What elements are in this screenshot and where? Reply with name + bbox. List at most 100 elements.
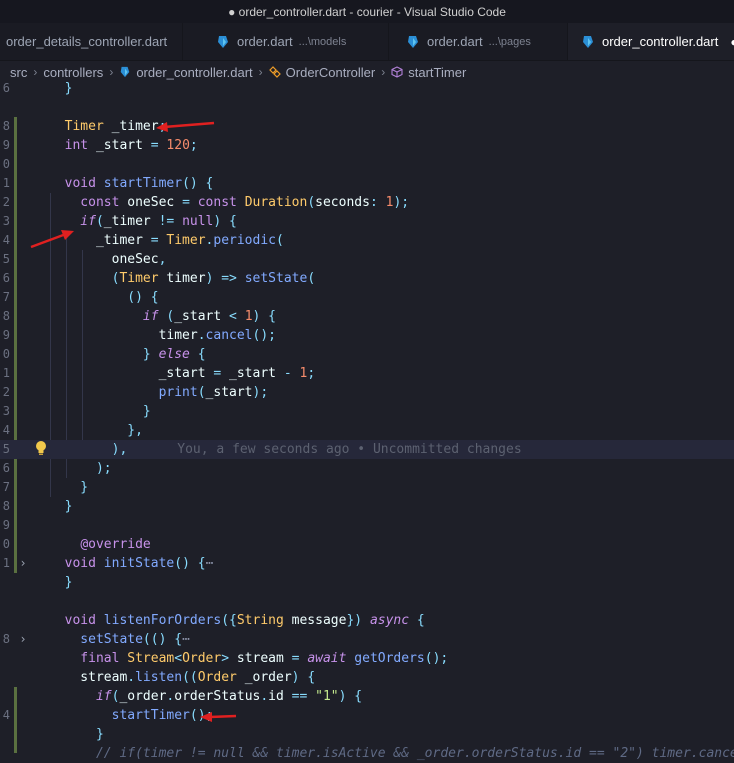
code-token: >	[221, 651, 237, 666]
code-line[interactable]: 3 }	[0, 402, 734, 421]
code-line[interactable]: 1 › void initState() {⋯	[0, 554, 734, 573]
code-token: Timer	[119, 271, 167, 286]
code-token: .	[127, 670, 136, 685]
code-token: =	[150, 233, 167, 248]
code-token: () {	[174, 556, 206, 571]
code-text: }	[49, 725, 104, 744]
code-line[interactable]: 4 },	[0, 421, 734, 440]
code-line[interactable]: 7 () {	[0, 288, 734, 307]
tab-order-details-controller[interactable]: order_details_controller.dart	[0, 23, 183, 60]
code-token: seconds	[315, 195, 370, 210]
code-token: <	[229, 309, 245, 324]
chevron-right-icon: ›	[381, 65, 386, 79]
method-symbol-icon	[391, 66, 403, 78]
code-text: },	[49, 421, 143, 440]
tab-order-pages[interactable]: order.dart ...\pages	[389, 23, 568, 60]
dart-file-icon	[408, 35, 418, 48]
line-number: 8	[2, 309, 10, 323]
code-line[interactable]: 9	[0, 516, 734, 535]
code-text: _start = _start - 1;	[49, 364, 316, 383]
code-line[interactable]: void listenForOrders({String message}) a…	[0, 611, 734, 630]
tab-order-controller[interactable]: order_controller.dart ●	[568, 23, 734, 60]
code-line[interactable]: 6 }	[0, 79, 734, 98]
breadcrumb-src[interactable]: src	[10, 65, 27, 80]
code-token: setState	[49, 632, 143, 647]
code-line[interactable]: 1 void startTimer() {	[0, 174, 734, 193]
code-editor[interactable]: 6 }8 Timer _timer;9 int _start = 120;01 …	[0, 79, 734, 761]
code-token: Timer	[49, 119, 104, 134]
breadcrumb-controllers[interactable]: controllers	[43, 65, 103, 80]
code-token: =	[182, 195, 198, 210]
code-token: @override	[80, 537, 151, 552]
code-line[interactable]: 8 if (_start < 1) {	[0, 307, 734, 326]
code-line[interactable]: 6 );	[0, 459, 734, 478]
fold-chevron-icon[interactable]: ›	[17, 630, 29, 649]
code-line[interactable]: 1 _start = _start - 1;	[0, 364, 734, 383]
line-number: 1	[2, 366, 10, 380]
code-line[interactable]: 8 Timer _timer;	[0, 117, 734, 136]
red-arrow-annotation	[200, 712, 237, 722]
line-number: 7	[2, 480, 10, 494]
code-line[interactable]: 0 } else {	[0, 345, 734, 364]
code-line[interactable]: 5 oneSec,	[0, 250, 734, 269]
git-blame-annotation: You, a few seconds ago • Uncommitted cha…	[177, 442, 522, 457]
code-text: if(_order.orderStatus.id == "1") {	[49, 687, 362, 706]
code-text: const oneSec = const Duration(seconds: 1…	[49, 193, 409, 212]
unsaved-dot-icon[interactable]: ●	[730, 35, 734, 49]
code-line[interactable]: final Stream<Order> stream = await getOr…	[0, 649, 734, 668]
code-text: if(_timer != null) {	[49, 212, 237, 231]
line-number: 3	[2, 404, 10, 418]
code-line[interactable]	[0, 592, 734, 611]
code-line[interactable]: 8 }	[0, 497, 734, 516]
code-token: ();	[424, 651, 449, 666]
code-line[interactable]: 4 _timer = Timer.periodic(	[0, 231, 734, 250]
code-line[interactable]: 6 (Timer timer) => setState(	[0, 269, 734, 288]
code-line[interactable]: }	[0, 573, 734, 592]
code-token: {	[197, 347, 206, 362]
code-token: 1	[244, 309, 253, 324]
code-line[interactable]	[0, 98, 734, 117]
code-line[interactable]: 8 › setState(() {⋯	[0, 630, 734, 649]
breadcrumb-file[interactable]: order_controller.dart	[136, 65, 252, 80]
code-line[interactable]: 2 const oneSec = const Duration(seconds:…	[0, 193, 734, 212]
code-text: }	[49, 79, 73, 98]
line-number: 6	[2, 81, 10, 95]
line-number: 5	[2, 252, 10, 266]
code-token: }	[49, 347, 159, 362]
code-line[interactable]: 2 print(_start);	[0, 383, 734, 402]
code-token: timer	[166, 271, 206, 286]
code-line[interactable]: if(_order.orderStatus.id == "1") {	[0, 687, 734, 706]
code-line[interactable]: 0	[0, 155, 734, 174]
breadcrumb-class[interactable]: OrderController	[286, 65, 376, 80]
breadcrumb-method[interactable]: startTimer	[408, 65, 466, 80]
code-line[interactable]: 9 int _start = 120;	[0, 136, 734, 155]
code-text: ), You, a few seconds ago • Uncommitted c…	[49, 440, 522, 459]
code-line[interactable]: 4 startTimer();	[0, 706, 734, 725]
code-line[interactable]: 7 }	[0, 478, 734, 497]
code-token: }	[49, 499, 73, 514]
fold-chevron-icon[interactable]: ›	[17, 554, 29, 573]
line-number: 9	[2, 518, 10, 532]
code-line[interactable]: // if(timer != null && timer.isActive &&…	[0, 744, 734, 763]
code-token: ((	[182, 670, 198, 685]
code-token: Duration	[244, 195, 308, 210]
code-line[interactable]: 0 @override	[0, 535, 734, 554]
code-token: ⋯	[182, 632, 190, 647]
code-token: stream	[236, 651, 292, 666]
code-token: final	[49, 651, 128, 666]
code-token: void	[49, 556, 104, 571]
code-line[interactable]: 5 ), You, a few seconds ago • Uncommitted…	[0, 440, 734, 459]
code-token: (	[197, 385, 206, 400]
tab-bar: order_details_controller.dart order.dart…	[0, 23, 734, 61]
code-token: ⋯	[205, 556, 214, 571]
code-line[interactable]: 9 timer.cancel();	[0, 326, 734, 345]
code-token: _order	[119, 689, 167, 704]
code-token: setState	[244, 271, 308, 286]
code-token: String	[236, 613, 292, 628]
code-line[interactable]: stream.listen((Order _order) {	[0, 668, 734, 687]
code-text: oneSec,	[49, 250, 167, 269]
code-line[interactable]: }	[0, 725, 734, 744]
code-line[interactable]: 3 if(_timer != null) {	[0, 212, 734, 231]
tab-order-models[interactable]: order.dart ...\models	[183, 23, 389, 60]
code-text: startTimer();	[49, 706, 214, 725]
